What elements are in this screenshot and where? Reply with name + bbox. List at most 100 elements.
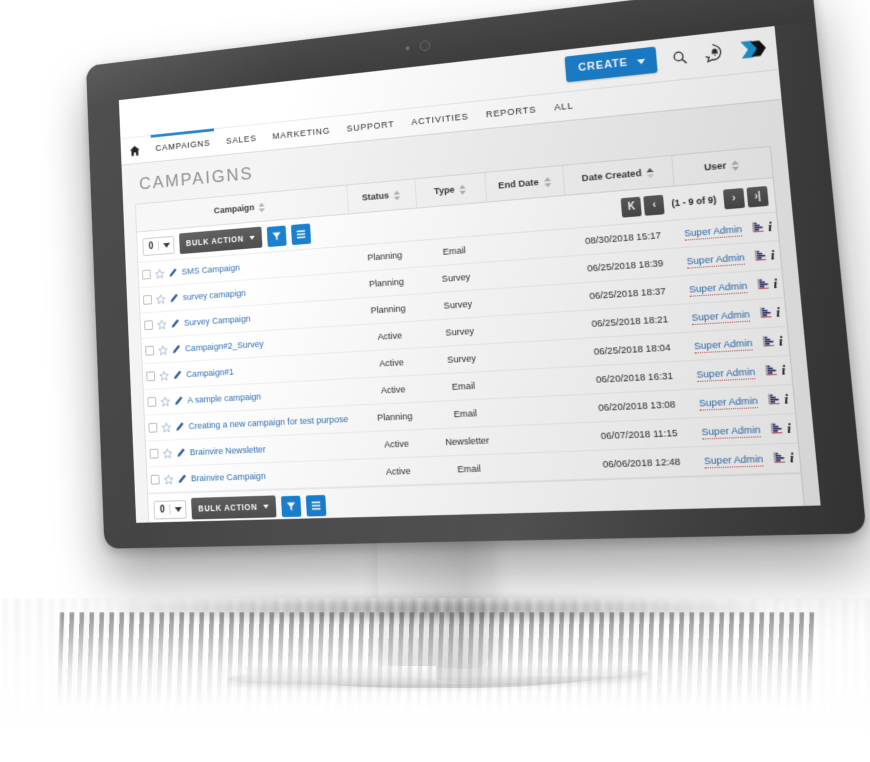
pagination-first-button[interactable]: K — [621, 196, 643, 218]
pencil-edit-icon[interactable] — [172, 344, 181, 354]
selected-count-dropdown-bottom[interactable]: 0 — [153, 499, 187, 519]
user-link[interactable]: Super Admin — [698, 394, 759, 411]
bulk-action-button-bottom[interactable]: BULK ACTION — [190, 495, 277, 520]
star-favorite-icon[interactable] — [163, 448, 173, 459]
user-link[interactable]: Super Admin — [691, 308, 751, 325]
bar-chart-icon[interactable] — [752, 219, 765, 233]
star-favorite-icon[interactable] — [164, 474, 174, 485]
row-checkbox[interactable] — [148, 422, 158, 433]
user-link[interactable]: Super Admin — [686, 251, 746, 269]
user-link[interactable]: Super Admin — [688, 279, 748, 297]
list-columns-icon[interactable] — [290, 222, 311, 245]
info-icon[interactable]: i — [778, 333, 783, 349]
cell-type: Email — [427, 370, 501, 402]
info-icon[interactable]: i — [786, 420, 792, 436]
bar-chart-icon[interactable] — [768, 391, 781, 405]
star-favorite-icon[interactable] — [157, 319, 167, 330]
bar-chart-icon[interactable] — [760, 305, 773, 319]
row-checkbox[interactable] — [149, 448, 159, 459]
campaign-name-link[interactable]: Brainvire Campaign — [191, 470, 266, 483]
cell-info: i — [769, 297, 787, 328]
info-icon[interactable]: i — [789, 449, 795, 465]
row-checkbox[interactable] — [146, 371, 156, 382]
pencil-edit-icon[interactable] — [174, 396, 183, 406]
star-favorite-icon[interactable] — [160, 396, 170, 407]
notification-bell-icon[interactable] — [701, 40, 728, 67]
user-link[interactable]: Super Admin — [703, 452, 764, 468]
nav-item-marketing[interactable]: MARKETING — [264, 116, 339, 151]
star-favorite-icon[interactable] — [159, 370, 169, 381]
bar-chart-icon[interactable] — [755, 248, 767, 262]
pagination-last-button[interactable]: ›| — [746, 185, 769, 207]
date-created-value: 06/25/2018 18:37 — [588, 285, 667, 302]
star-favorite-icon[interactable] — [155, 268, 165, 279]
user-link[interactable]: Super Admin — [696, 365, 756, 382]
selected-count-dropdown[interactable]: 0 — [142, 235, 175, 256]
type-value: Survey — [446, 352, 477, 366]
nav-item-all[interactable]: ALL — [544, 90, 584, 123]
row-checkbox[interactable] — [141, 269, 151, 280]
nav-item-reports[interactable]: REPORTS — [476, 94, 546, 129]
info-icon[interactable]: i — [770, 247, 775, 263]
campaign-name-link[interactable]: Creating a new campaign for test purpose — [188, 414, 348, 432]
pencil-edit-icon[interactable] — [178, 474, 187, 484]
info-icon[interactable]: i — [767, 218, 772, 234]
funnel-filter-icon[interactable] — [266, 225, 287, 247]
row-checkbox[interactable] — [145, 345, 155, 356]
user-link[interactable]: Super Admin — [693, 337, 754, 353]
row-checkbox[interactable] — [144, 320, 154, 331]
pencil-edit-icon[interactable] — [171, 318, 180, 328]
screenshot-stage: CREATE CAMPAIGNS SALES MARKETING SUPPORT… — [0, 0, 870, 762]
nav-item-support[interactable]: SUPPORT — [338, 109, 404, 143]
bar-chart-icon[interactable] — [765, 362, 778, 376]
info-icon[interactable]: i — [781, 362, 787, 378]
pencil-edit-icon[interactable] — [173, 370, 182, 380]
cell-date-created: 06/07/2018 11:15 — [582, 417, 697, 451]
pencil-edit-icon[interactable] — [176, 448, 186, 458]
create-button[interactable]: CREATE — [564, 46, 658, 83]
pagination-prev-button[interactable]: ‹ — [643, 194, 666, 216]
campaign-name-link[interactable]: Brainvire Newsletter — [190, 444, 266, 458]
status-value: Planning — [368, 276, 405, 290]
home-icon[interactable] — [129, 144, 140, 157]
column-header-status[interactable]: Status — [346, 179, 417, 214]
star-favorite-icon[interactable] — [156, 293, 166, 304]
bulk-action-button[interactable]: BULK ACTION — [178, 226, 262, 255]
star-favorite-icon[interactable] — [158, 344, 168, 355]
star-favorite-icon[interactable] — [161, 422, 171, 433]
list-columns-icon-bottom[interactable] — [305, 494, 326, 517]
pencil-edit-icon[interactable] — [175, 422, 184, 432]
info-icon[interactable]: i — [783, 391, 789, 407]
campaign-name-link[interactable]: survey camapign — [183, 288, 247, 303]
pencil-edit-icon[interactable] — [170, 293, 179, 303]
bar-chart-icon[interactable] — [763, 334, 775, 348]
info-icon[interactable]: i — [773, 275, 778, 291]
column-header-campaign[interactable]: Campaign — [135, 185, 349, 232]
info-icon[interactable]: i — [775, 304, 780, 320]
bar-chart-icon[interactable] — [771, 421, 784, 435]
nav-item-sales[interactable]: SALES — [217, 124, 265, 156]
row-checkbox[interactable] — [143, 294, 152, 305]
user-link[interactable]: Super Admin — [701, 423, 762, 439]
campaign-name-link[interactable]: Survey Campaign — [184, 313, 251, 328]
row-checkbox[interactable] — [150, 474, 160, 485]
bar-chart-icon[interactable] — [757, 276, 770, 290]
user-link[interactable]: Super Admin — [683, 223, 743, 241]
imac-monitor: CREATE CAMPAIGNS SALES MARKETING SUPPORT… — [86, 0, 867, 549]
nav-item-activities[interactable]: ACTIVITIES — [402, 101, 478, 137]
search-icon[interactable] — [666, 44, 693, 71]
campaign-name-link[interactable]: Campaign#2_Survey — [185, 338, 264, 353]
suitecrm-arrow-logo[interactable] — [737, 34, 769, 64]
campaign-name-link[interactable]: Campaign#1 — [186, 366, 234, 379]
funnel-filter-icon-bottom[interactable] — [280, 495, 301, 517]
nav-item-campaigns[interactable]: CAMPAIGNS — [147, 128, 218, 162]
pagination-next-button[interactable]: › — [722, 187, 746, 209]
campaign-name-link[interactable]: SMS Campaign — [181, 262, 240, 277]
pencil-edit-icon[interactable] — [168, 268, 177, 278]
nav-label-marketing: MARKETING — [272, 125, 331, 142]
row-checkbox[interactable] — [147, 396, 157, 407]
cell-end-date — [502, 422, 585, 454]
campaign-name-link[interactable]: A sample campaign — [187, 391, 261, 405]
cell-info: i — [766, 269, 785, 299]
cell-user: Super Admin — [693, 414, 769, 447]
